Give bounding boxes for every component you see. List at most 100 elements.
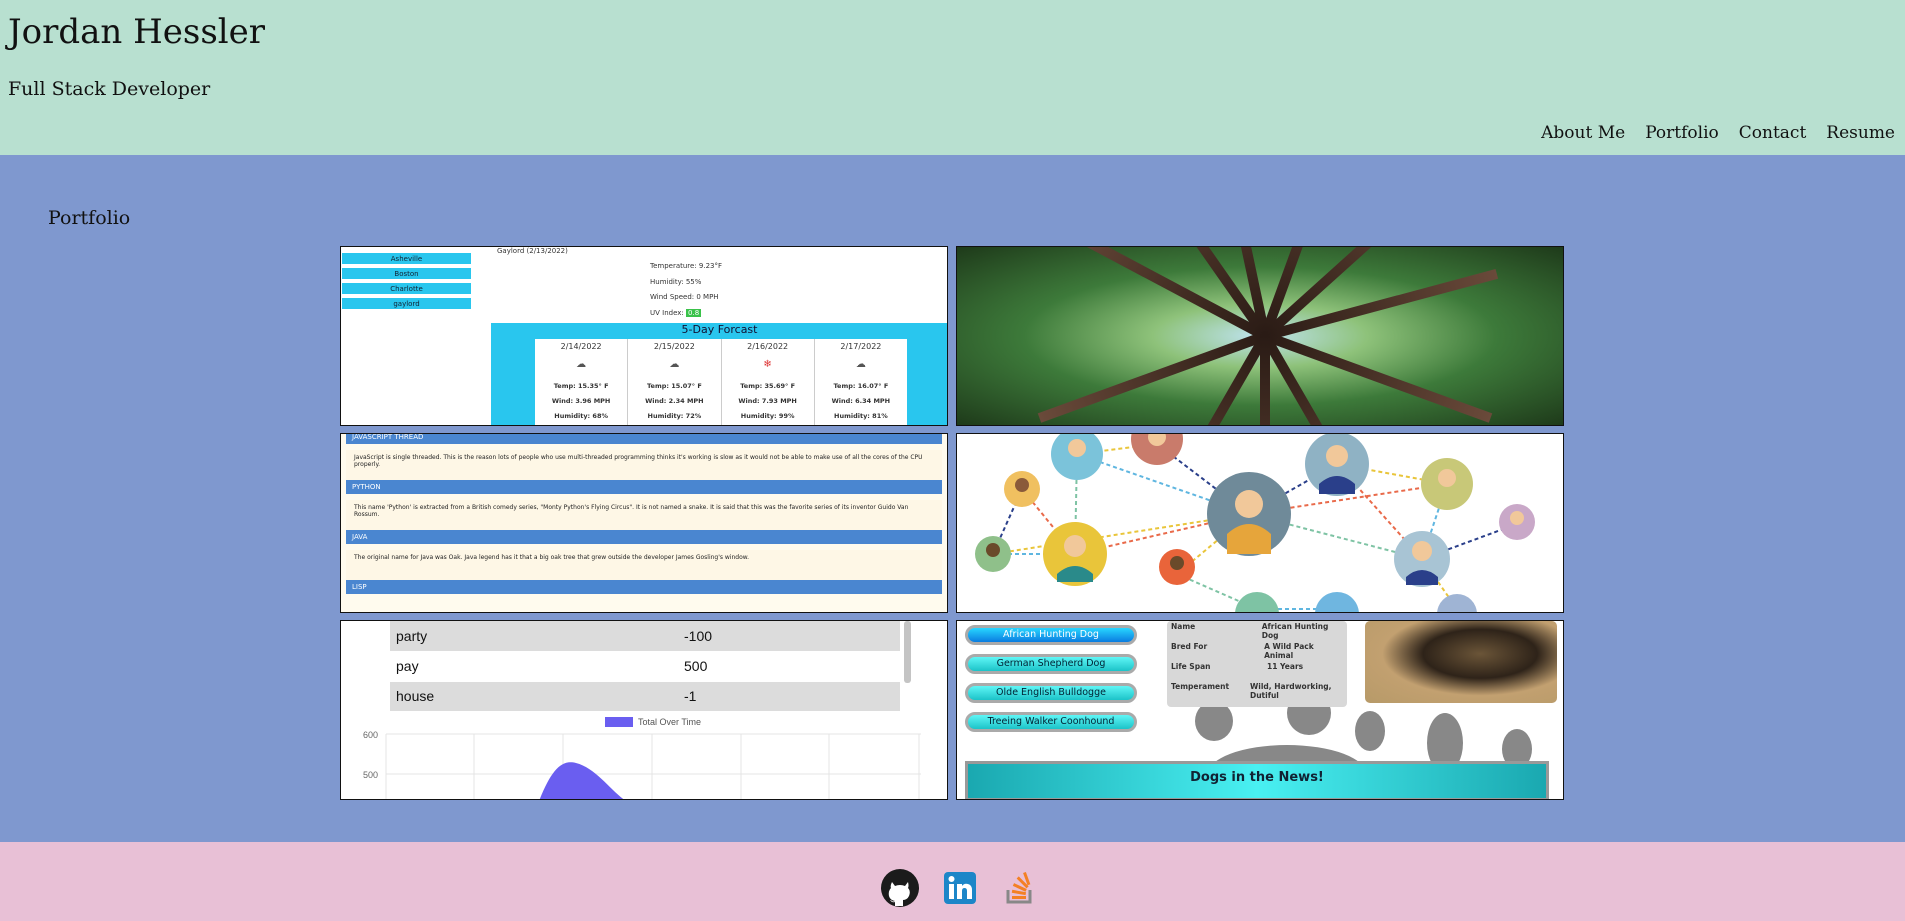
- paw-print: [1355, 711, 1385, 751]
- wind-text: Wind Speed: 0 MPH: [650, 293, 719, 301]
- forecast-title: 5-Day Forcast: [681, 323, 758, 336]
- cloud-icon: ☁: [669, 359, 680, 370]
- site-header: Jordan Hessler Full Stack Developer Abou…: [0, 0, 1905, 155]
- tree-trunk: [1260, 336, 1270, 425]
- linkedin-icon[interactable]: [939, 868, 981, 908]
- nav-about-me[interactable]: About Me: [1541, 123, 1625, 143]
- y-tick-label: 500: [363, 770, 378, 780]
- cloud-icon: ☁: [855, 359, 866, 370]
- project-weather-dashboard[interactable]: Asheville Boston Charlotte gaylord Gaylo…: [340, 246, 948, 426]
- city-button: Boston: [342, 268, 471, 280]
- area-series: [539, 762, 624, 799]
- site-footer: [0, 842, 1905, 921]
- portfolio-section: Portfolio Asheville Boston Charlotte gay…: [0, 155, 1905, 842]
- thread-title: JAVA: [346, 530, 942, 544]
- thread-body: The original name for Java was Oak. Java…: [346, 550, 942, 580]
- portfolio-grid: Asheville Boston Charlotte gaylord Gaylo…: [340, 246, 1564, 800]
- info-row: Life Span 11 Years: [1171, 662, 1343, 682]
- uv-label: UV Index:: [650, 308, 684, 317]
- forecast-day: 2/17/2022 ☁ Temp: 16.07° F Wind: 6.34 MP…: [815, 339, 907, 425]
- info-row: Bred For A Wild Pack Animal: [1171, 642, 1343, 662]
- breed-button-german-shepherd-dog[interactable]: German Shepherd Dog: [965, 654, 1137, 674]
- tree-trunk: [1140, 333, 1270, 425]
- breed-button-olde-english-bulldogge[interactable]: Olde English Bulldogge: [965, 683, 1137, 703]
- forecast-date: 2/15/2022: [653, 342, 695, 351]
- forecast-date: 2/17/2022: [840, 342, 882, 351]
- site-subtitle: Full Stack Developer: [8, 78, 211, 100]
- forecast-panel: 5-Day Forcast 2/14/2022 ☁ Temp: 15.35° F…: [491, 323, 947, 425]
- breed-info-card: Name African Hunting Dog Bred For A Wild P…: [1167, 621, 1347, 707]
- nav-resume[interactable]: Resume: [1826, 123, 1895, 143]
- current-stats: Temperature: 9.23°F Humidity: 55% Wind S…: [650, 259, 722, 321]
- stackoverflow-icon[interactable]: [999, 868, 1041, 908]
- snow-icon: ❄: [763, 359, 772, 370]
- thread-section: LISP: [346, 580, 942, 594]
- project-dog-breeds[interactable]: African Hunting Dog German Shepherd Dog …: [956, 620, 1564, 800]
- forecast-temp: Temp: 16.07° F: [833, 382, 889, 390]
- forecast-humidity: Humidity: 99%: [740, 412, 795, 420]
- forecast-day: 2/14/2022 ☁ Temp: 15.35° F Wind: 3.96 MP…: [535, 339, 629, 425]
- thread-section: PYTHON This name 'Python' is extracted f…: [346, 480, 942, 530]
- tree-trunk: [1037, 331, 1267, 423]
- social-links: [879, 868, 1041, 908]
- github-icon[interactable]: [879, 868, 921, 908]
- main-nav: About Me Portfolio Contact Resume: [1541, 123, 1895, 143]
- humidity-text: Humidity: 55%: [650, 277, 702, 286]
- section-title: Portfolio: [48, 207, 131, 229]
- forecast-wind: Wind: 6.34 MPH: [831, 397, 891, 405]
- nav-contact[interactable]: Contact: [1739, 123, 1807, 143]
- forecast-days: 2/14/2022 ☁ Temp: 15.35° F Wind: 3.96 MP…: [535, 339, 907, 425]
- thread-title: PYTHON: [346, 480, 942, 494]
- info-key: Bred For: [1171, 642, 1208, 651]
- forecast-humidity: Humidity: 81%: [834, 412, 888, 420]
- info-value: African Hunting Dog: [1261, 622, 1329, 640]
- current-city-header: Gaylord (2/13/2022): [497, 247, 568, 255]
- project-network-image[interactable]: [956, 433, 1564, 613]
- nav-portfolio[interactable]: Portfolio: [1645, 123, 1719, 143]
- city-button: gaylord: [342, 298, 471, 310]
- forecast-humidity: Humidity: 72%: [647, 412, 702, 420]
- info-key: Life Span: [1171, 662, 1211, 671]
- budget-chart: 600 500: [363, 730, 921, 799]
- uv-row: UV Index: 0.8: [650, 306, 722, 322]
- uv-badge: 0.8: [686, 308, 702, 317]
- city-button: Charlotte: [342, 283, 471, 295]
- thread-title: LISP: [346, 580, 942, 594]
- y-tick-label: 600: [363, 730, 378, 740]
- forecast-humidity: Humidity: 68%: [554, 412, 608, 420]
- forecast-wind: Wind: 2.34 MPH: [645, 397, 704, 405]
- project-budget-tracker[interactable]: party -100 pay 500 house -1 Total Over Time: [340, 620, 948, 800]
- forecast-temp: Temp: 35.69° F: [740, 382, 796, 390]
- thread-section: JAVA The original name for Java was Oak.…: [346, 530, 942, 580]
- info-row: Name African Hunting Dog: [1171, 622, 1343, 642]
- info-value: Wild, Hardworking, Dutiful: [1249, 682, 1332, 700]
- forecast-wind: Wind: 3.96 MPH: [551, 397, 611, 405]
- city-button: Asheville: [342, 253, 471, 265]
- temperature-text: Temperature: 9.23°F: [650, 262, 723, 270]
- thread-body: JavaScript is single threaded. This is t…: [346, 450, 942, 480]
- info-value: A Wild Pack Animal: [1264, 642, 1314, 660]
- news-banner: Dogs in the News!: [965, 761, 1549, 799]
- forecast-temp: Temp: 15.35° F: [553, 382, 609, 390]
- forecast-temp: Temp: 15.07° F: [646, 382, 702, 390]
- thread-body: This name 'Python' is extracted from a B…: [346, 500, 942, 530]
- cloud-icon: ☁: [576, 359, 587, 370]
- paw-print: [1195, 701, 1233, 741]
- forecast-day: 2/16/2022 ❄ Temp: 35.69° F Wind: 7.93 MP…: [722, 339, 815, 425]
- tree-trunk: [1263, 331, 1493, 423]
- thread-title: JAVASCRIPT THREAD: [346, 434, 942, 444]
- breed-button-treeing-walker-coonhound[interactable]: Treeing Walker Coonhound: [965, 712, 1137, 732]
- dog-photo: [1365, 621, 1557, 703]
- project-tech-threads[interactable]: JAVASCRIPT THREAD JavaScript is single t…: [340, 433, 948, 613]
- city-list: Asheville Boston Charlotte gaylord: [341, 250, 471, 310]
- info-key: Name: [1171, 622, 1196, 631]
- forecast-date: 2/16/2022: [747, 342, 789, 351]
- breed-button-african-hunting-dog[interactable]: African Hunting Dog: [965, 625, 1137, 645]
- project-forest-image[interactable]: [956, 246, 1564, 426]
- info-key: Temperament: [1171, 682, 1230, 691]
- info-row: Temperament Wild, Hardworking, Dutiful: [1171, 682, 1343, 702]
- forecast-wind: Wind: 7.93 MPH: [738, 397, 797, 405]
- info-value: 11 Years: [1267, 662, 1304, 671]
- thread-section: JAVASCRIPT THREAD JavaScript is single t…: [346, 434, 942, 480]
- forecast-date: 2/14/2022: [560, 342, 602, 351]
